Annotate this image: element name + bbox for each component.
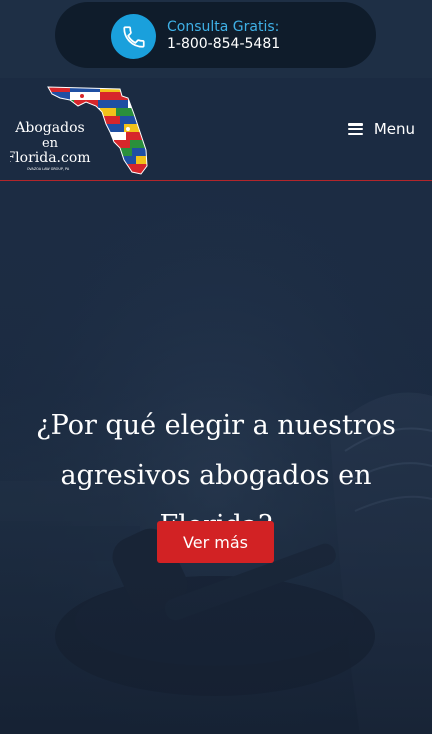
ver-mas-button[interactable]: Ver más	[157, 521, 274, 563]
hero-section: ¿Por qué elegir a nuestros agresivos abo…	[0, 181, 432, 734]
florida-flags-logo-image: Abogados en Florida.com OVAZOA LAW GROUP…	[5, 86, 148, 175]
menu-label: Menu	[373, 120, 415, 138]
call-label: Consulta Gratis:	[167, 19, 280, 35]
free-consultation-call-button[interactable]: Consulta Gratis: 1-800-854-5481	[55, 2, 376, 68]
logo-line1: Abogados	[14, 120, 84, 136]
menu-button[interactable]: Menu	[347, 120, 415, 138]
phone-number[interactable]: 1-800-854-5481	[167, 36, 280, 53]
site-header: Abogados en Florida.com OVAZOA LAW GROUP…	[0, 78, 432, 181]
logo-line3: Florida.com	[10, 150, 91, 166]
call-text: Consulta Gratis: 1-800-854-5481	[167, 19, 280, 53]
site-logo[interactable]: Abogados en Florida.com OVAZOA LAW GROUP…	[5, 84, 150, 176]
phone-icon	[111, 14, 156, 59]
logo-tagline: OVAZOA LAW GROUP, PA	[27, 167, 70, 171]
top-contact-bar: Consulta Gratis: 1-800-854-5481	[0, 0, 432, 78]
logo-line2: en	[42, 136, 59, 151]
hero-title-line1: ¿Por qué elegir a nuestros	[36, 410, 396, 441]
hamburger-icon	[347, 123, 363, 135]
